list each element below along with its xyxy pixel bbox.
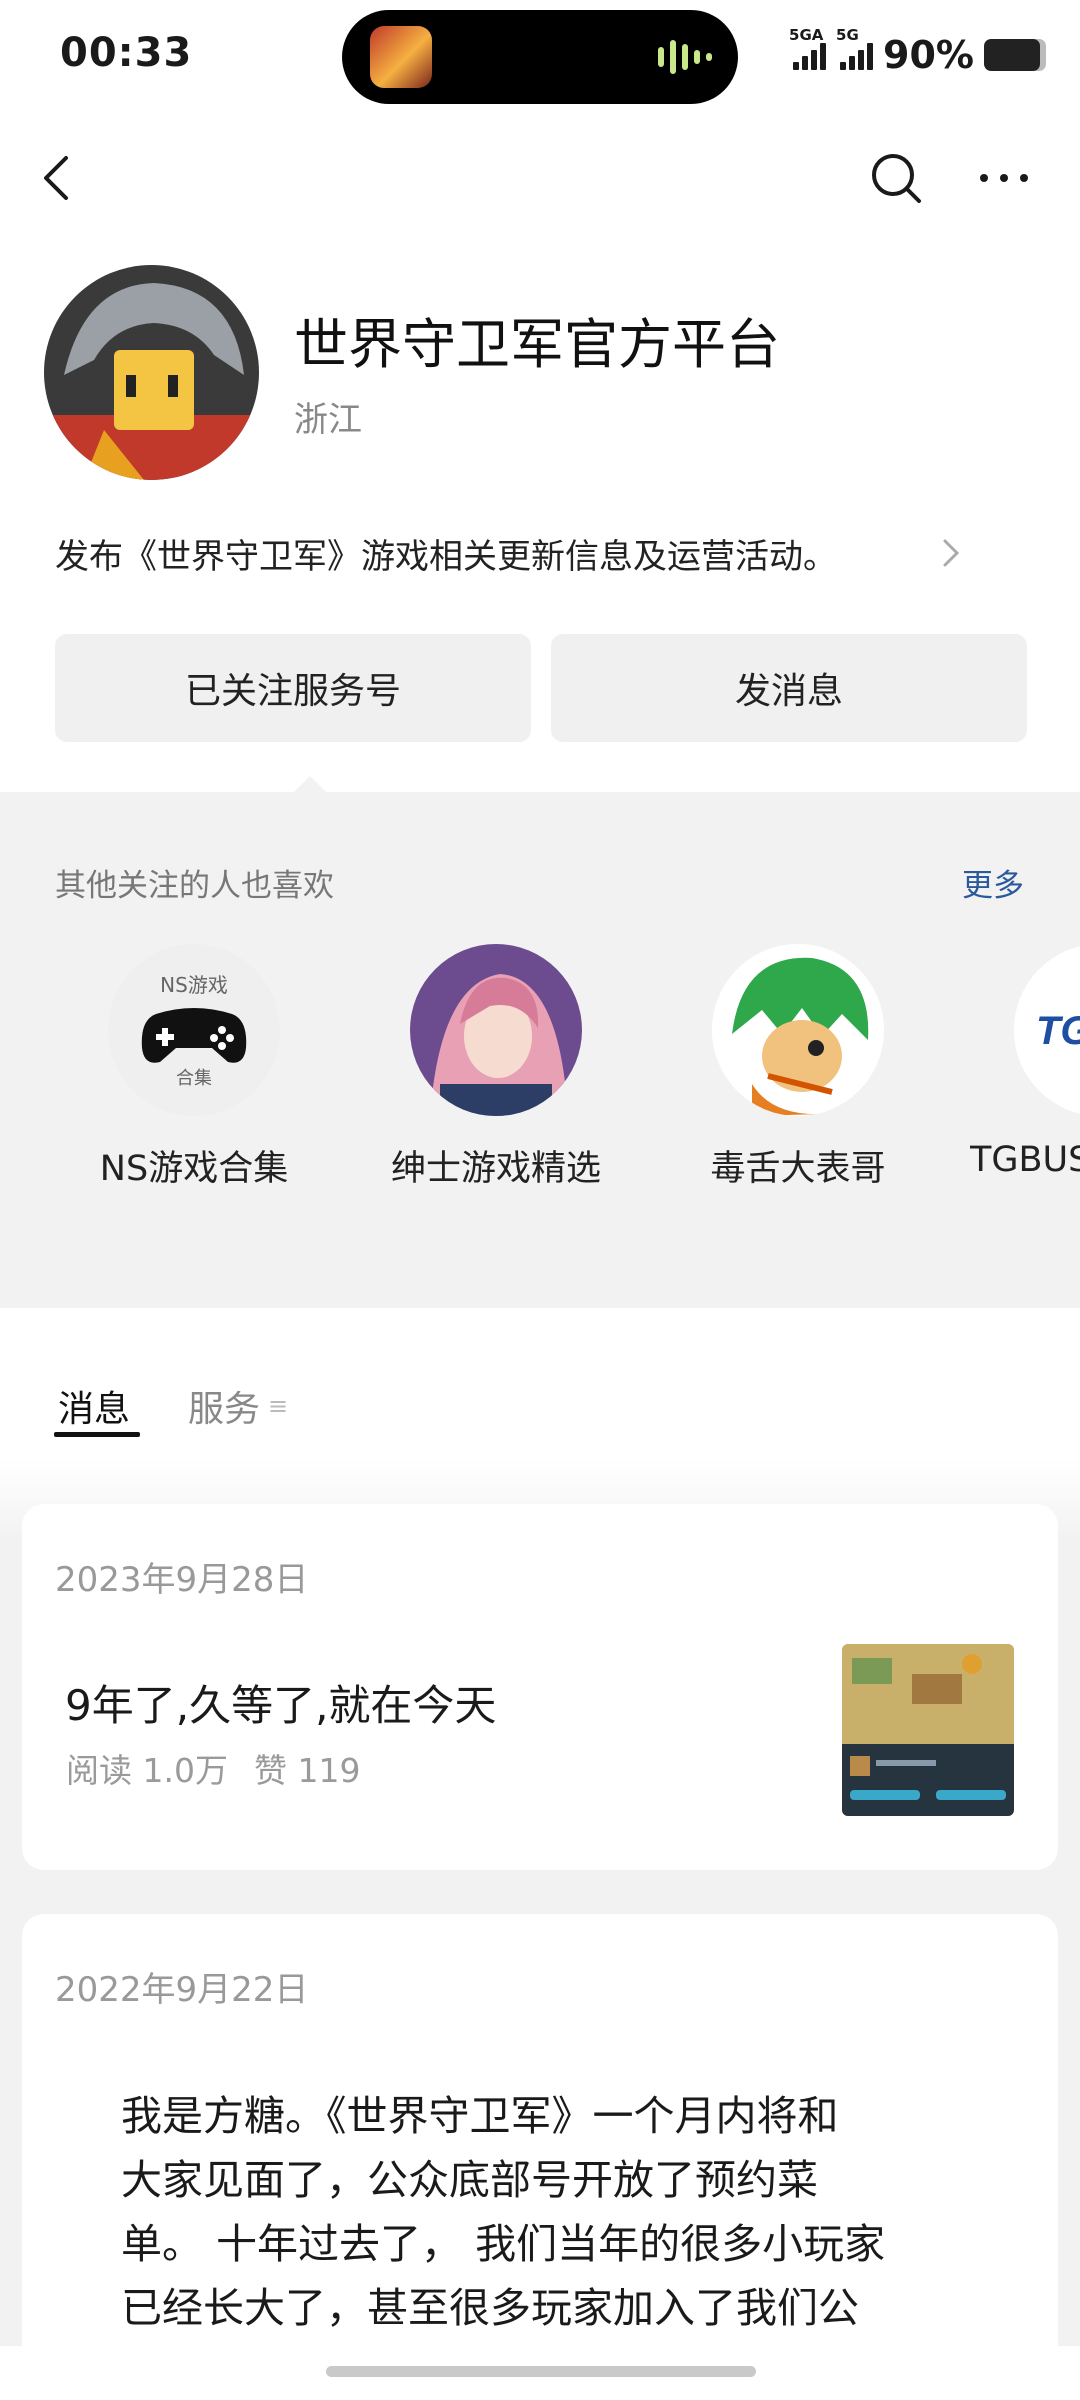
recommend-name: NS游戏合集 xyxy=(99,1149,289,1189)
recommend-name: 绅士游戏精选 xyxy=(390,1149,601,1189)
active-tab-indicator xyxy=(54,1432,140,1437)
recommend-item[interactable]: NS游戏 合集 NS游戏合集 xyxy=(64,944,324,1194)
more-button[interactable] xyxy=(974,148,1034,208)
description-text: 发布《世界守卫军》游戏相关更新信息及运营活动。 xyxy=(55,536,837,577)
search-button[interactable] xyxy=(866,148,926,208)
signal-icon: 5GA xyxy=(789,26,827,70)
avatar-label-top: NS游戏 xyxy=(160,973,228,997)
status-indicators: 5GA 5G 90% xyxy=(789,26,1046,80)
recommend-title: 其他关注的人也喜欢 xyxy=(55,868,334,904)
home-indicator[interactable] xyxy=(326,2366,756,2377)
account-name: 世界守卫军官方平台 xyxy=(294,313,780,376)
recommend-more-link[interactable]: 更多 xyxy=(962,860,1024,905)
tab-services-label: 服务 xyxy=(188,1389,261,1430)
profile-avatar[interactable] xyxy=(44,265,259,480)
recommend-avatar: NS游戏 合集 xyxy=(108,944,280,1116)
gamepad-icon: NS游戏 合集 xyxy=(141,973,247,1089)
tab-services[interactable]: 服务 ≡ xyxy=(188,1380,288,1432)
recommend-avatar: TG xyxy=(1014,944,1080,1116)
signal-icon: 5G xyxy=(836,26,874,70)
back-button[interactable] xyxy=(30,148,90,208)
chevron-left-icon xyxy=(44,156,68,200)
audio-wave-icon xyxy=(658,40,712,74)
article-meta: 阅读 1.0万 赞 119 xyxy=(66,1744,360,1792)
battery-icon xyxy=(984,39,1046,71)
read-count: 阅读 1.0万 xyxy=(66,1751,228,1790)
avatar-label-bottom: 合集 xyxy=(176,1068,212,1089)
status-time: 00:33 xyxy=(60,30,193,76)
app-icon xyxy=(370,26,432,88)
message-card[interactable]: 2022年9月22日 我是方糖。《世界守卫军》一个月内将和 大家见面了，公众底部… xyxy=(22,1914,1058,2400)
recommend-avatar xyxy=(712,944,884,1116)
followed-button[interactable]: 已关注服务号 xyxy=(55,634,531,742)
recommend-item[interactable]: 绅士游戏精选 xyxy=(366,944,626,1194)
message-line: 我是方糖。《世界守卫军》一个月内将和 xyxy=(121,2092,839,2140)
tab-messages[interactable]: 消息 xyxy=(58,1380,130,1432)
avatar-logo-text: TG xyxy=(1036,1009,1080,1053)
post-date: 2022年9月22日 xyxy=(55,1970,309,2010)
message-line: 单。 十年过去了， 我们当年的很多小玩家 xyxy=(121,2220,886,2268)
message-text: 我是方糖。《世界守卫军》一个月内将和 大家见面了，公众底部号开放了预约菜 单。 … xyxy=(121,2084,1001,2340)
menu-icon: ≡ xyxy=(268,1392,289,1420)
battery-percent: 90% xyxy=(883,33,974,77)
chevron-right-icon xyxy=(943,539,960,567)
message-line: 已经长大了，甚至很多玩家加入了我们公 xyxy=(121,2284,859,2332)
recommend-name: TGBUS xyxy=(970,1140,1080,1180)
section-pointer xyxy=(294,776,326,792)
network-type-1: 5GA xyxy=(789,26,824,44)
post-date: 2023年9月28日 xyxy=(55,1560,309,1600)
message-line: 大家见面了，公众底部号开放了预约菜 xyxy=(121,2156,818,2204)
article-thumbnail[interactable] xyxy=(842,1644,1014,1816)
recommend-item[interactable]: TG TGBUS xyxy=(970,944,1080,1194)
account-region: 浙江 xyxy=(294,400,362,440)
more-horizontal-icon xyxy=(980,174,1028,182)
send-message-button[interactable]: 发消息 xyxy=(551,634,1027,742)
article-title[interactable]: 9年了,久等了,就在今天 xyxy=(65,1672,496,1733)
recommend-avatar xyxy=(410,944,582,1116)
like-count: 赞 119 xyxy=(253,1751,361,1790)
network-type-2: 5G xyxy=(836,26,859,44)
account-description[interactable]: 发布《世界守卫军》游戏相关更新信息及运营活动。 xyxy=(55,523,965,583)
dynamic-island[interactable] xyxy=(342,10,738,104)
recommend-item[interactable]: 毒舌大表哥 xyxy=(668,944,928,1194)
article-card[interactable]: 2023年9月28日 9年了,久等了,就在今天 阅读 1.0万 赞 119 xyxy=(22,1504,1058,1870)
search-icon xyxy=(872,154,921,203)
recommend-name: 毒舌大表哥 xyxy=(710,1149,886,1189)
